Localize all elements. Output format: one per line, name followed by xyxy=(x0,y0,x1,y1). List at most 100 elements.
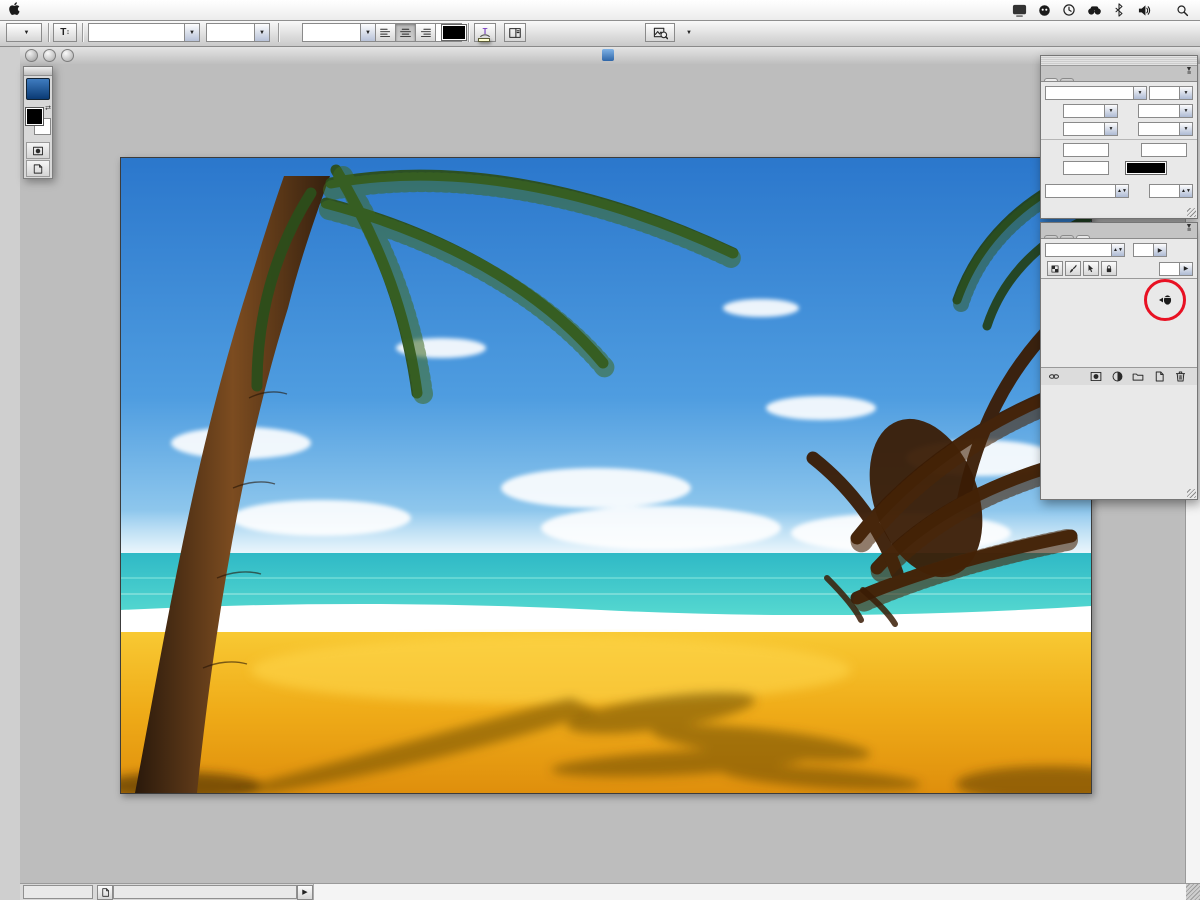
photoshop-logo xyxy=(26,78,50,100)
zoom-level-field[interactable] xyxy=(23,885,93,899)
add-layer-mask-button[interactable] xyxy=(1087,369,1105,384)
char-horizontal-scale-field[interactable] xyxy=(1141,143,1187,157)
layers-panel-tabs: ▼≡ xyxy=(1041,223,1197,239)
document-window: ▶ xyxy=(20,46,1200,900)
link-layers-button[interactable] xyxy=(1045,369,1063,384)
char-color-swatch[interactable] xyxy=(1125,161,1167,175)
adium-icon[interactable] xyxy=(1036,2,1052,18)
language-select[interactable]: ▲▼ xyxy=(1045,184,1129,198)
new-layer-button[interactable] xyxy=(1150,369,1168,384)
char-vertical-scale-field[interactable] xyxy=(1063,143,1109,157)
canvas-artwork[interactable] xyxy=(121,158,1091,793)
layer-style-button[interactable] xyxy=(1066,369,1084,384)
annotation-highlight-ring xyxy=(1144,279,1186,321)
blend-mode-select[interactable]: ▲▼ xyxy=(1045,243,1125,257)
tab-paths[interactable] xyxy=(1060,235,1074,238)
cursor-icon xyxy=(1157,293,1173,307)
new-group-button[interactable] xyxy=(1129,369,1147,384)
align-right-button[interactable] xyxy=(415,23,436,42)
chevron-down-icon[interactable]: ▼ xyxy=(1179,104,1193,118)
tab-channels[interactable] xyxy=(1044,235,1058,238)
tool-options-bar: ▼ T↕ ▼ ▼ ▼ ▲▼ xyxy=(0,20,1200,47)
fill-field[interactable]: ▶ xyxy=(1159,262,1193,276)
spotlight-icon[interactable] xyxy=(1174,2,1190,18)
tool-preset-picker[interactable]: ▼ xyxy=(6,23,42,42)
foreground-color-swatch[interactable] xyxy=(26,108,43,125)
character-panel-tabs: ▼≡ xyxy=(1041,66,1197,82)
pasteboard[interactable] xyxy=(20,64,1186,884)
quick-mask-button[interactable] xyxy=(26,142,50,159)
chevron-down-icon[interactable]: ▼ xyxy=(1179,86,1193,100)
tab-character[interactable] xyxy=(1044,78,1058,81)
flyout-arrow-icon[interactable]: ▶ xyxy=(1153,243,1167,257)
font-style-select[interactable]: ▼ xyxy=(206,23,270,42)
chevron-down-icon[interactable]: ▼ xyxy=(1133,86,1147,100)
bluetooth-icon[interactable] xyxy=(1111,2,1127,18)
spaces-icon[interactable] xyxy=(1011,2,1027,18)
char-anti-alias-select[interactable]: ▲▼ xyxy=(1149,184,1193,198)
workspace-menu[interactable]: ▼ xyxy=(682,23,692,42)
status-bar: ▶ xyxy=(20,883,1200,900)
swap-colors-icon[interactable]: ⇄ xyxy=(45,104,51,112)
desktop-strip xyxy=(0,46,21,900)
align-center-button[interactable] xyxy=(395,23,416,42)
panel-resize-grip[interactable] xyxy=(1187,208,1196,217)
panel-menu-icon[interactable]: ▼≡ xyxy=(1183,68,1195,76)
adjustment-layer-button[interactable] xyxy=(1108,369,1126,384)
volume-icon[interactable] xyxy=(1136,2,1152,18)
stepper-arrows-icon[interactable]: ▲▼ xyxy=(1179,184,1193,198)
char-kerning-select[interactable]: ▼ xyxy=(1063,122,1118,136)
chevron-down-icon[interactable]: ▼ xyxy=(184,23,200,42)
canvas[interactable] xyxy=(120,157,1092,794)
layers-panel-buttons xyxy=(1041,367,1197,385)
toggle-palettes-button[interactable] xyxy=(504,23,526,42)
panel-menu-icon[interactable]: ▼≡ xyxy=(1183,225,1195,233)
tab-paragraph[interactable] xyxy=(1060,78,1074,81)
chevron-down-icon: ▼ xyxy=(24,30,30,36)
tool-palette: ⇄ xyxy=(23,66,53,179)
chevron-down-icon: ▼ xyxy=(686,30,692,36)
layers-panel: ▼≡ ▲▼ ▶ ▶ xyxy=(1040,222,1198,500)
time-machine-icon[interactable] xyxy=(1061,2,1077,18)
screen-mode-button[interactable] xyxy=(26,160,50,177)
char-font-size-select[interactable]: ▼ xyxy=(1063,104,1118,118)
lock-all-button[interactable] xyxy=(1101,261,1117,276)
ichat-icon[interactable] xyxy=(1086,2,1102,18)
chevron-down-icon[interactable]: ▼ xyxy=(1104,104,1118,118)
lock-pixels-button[interactable] xyxy=(1065,261,1081,276)
horizontal-scrollbar[interactable] xyxy=(313,884,1186,900)
char-leading-select[interactable]: ▼ xyxy=(1138,104,1193,118)
status-icon-button[interactable] xyxy=(97,885,113,900)
panel-resize-grip[interactable] xyxy=(1187,489,1196,498)
go-to-bridge-button[interactable] xyxy=(645,23,675,42)
text-orientation-button[interactable]: T↕ xyxy=(53,23,77,42)
align-left-button[interactable] xyxy=(375,23,396,42)
char-font-family-select[interactable]: ▼ xyxy=(1045,86,1147,100)
tooltip-create-warped-text xyxy=(478,38,490,42)
tab-layers[interactable] xyxy=(1076,235,1090,238)
char-tracking-select[interactable]: ▼ xyxy=(1138,122,1193,136)
chevron-down-icon[interactable]: ▼ xyxy=(1104,122,1118,136)
character-panel-header[interactable] xyxy=(1041,56,1197,66)
chevron-down-icon[interactable]: ▼ xyxy=(360,23,376,42)
document-title-bar[interactable] xyxy=(20,46,1200,65)
font-family-select[interactable]: ▼ xyxy=(88,23,200,42)
stepper-arrows-icon[interactable]: ▲▼ xyxy=(1115,184,1129,198)
psd-file-icon xyxy=(602,49,614,61)
lock-position-button[interactable] xyxy=(1083,261,1099,276)
apple-menu[interactable] xyxy=(0,1,30,19)
lock-transparency-button[interactable] xyxy=(1047,261,1063,276)
status-flyout-button[interactable]: ▶ xyxy=(297,885,313,900)
chevron-down-icon[interactable]: ▼ xyxy=(254,23,270,42)
char-font-style-select[interactable]: ▼ xyxy=(1149,86,1193,100)
char-baseline-shift-field[interactable] xyxy=(1063,161,1109,175)
font-size-select[interactable]: ▼ xyxy=(302,23,376,42)
flyout-arrow-icon[interactable]: ▶ xyxy=(1179,262,1193,276)
opacity-field[interactable]: ▶ xyxy=(1133,243,1167,257)
window-resize-grip[interactable] xyxy=(1186,884,1200,900)
stepper-arrows-icon[interactable]: ▲▼ xyxy=(1111,243,1125,257)
chevron-down-icon[interactable]: ▼ xyxy=(1179,122,1193,136)
text-color-swatch[interactable] xyxy=(441,24,467,41)
delete-layer-button[interactable] xyxy=(1171,369,1189,384)
tool-palette-header[interactable] xyxy=(24,67,52,76)
